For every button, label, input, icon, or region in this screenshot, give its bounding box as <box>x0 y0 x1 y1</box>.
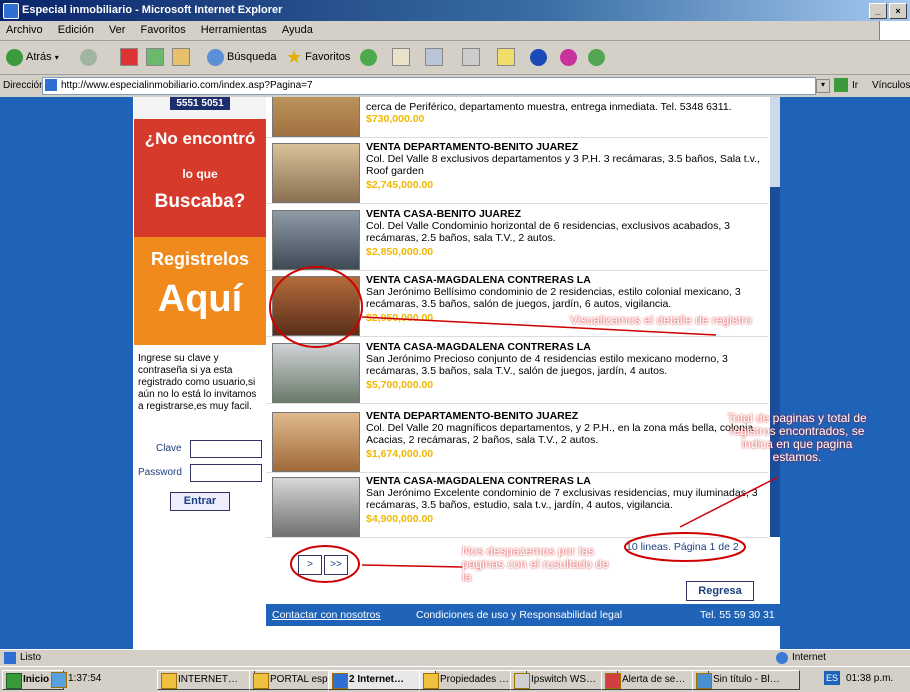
ipswitch-icon <box>514 673 530 689</box>
users-button[interactable] <box>588 47 605 67</box>
discuss-button[interactable] <box>497 47 515 67</box>
messenger-button[interactable] <box>560 47 577 67</box>
forward-button[interactable] <box>80 47 97 67</box>
minimize-button[interactable]: _ <box>869 3 887 19</box>
history-button[interactable] <box>360 47 377 67</box>
back-label: Atrás <box>26 51 52 63</box>
task-label: Propiedades … <box>440 674 509 685</box>
security-zone: Internet <box>792 652 826 663</box>
refresh-icon <box>146 48 164 66</box>
status-text: Listo <box>20 652 42 663</box>
page-status-icon <box>4 652 16 664</box>
bluetooth-button[interactable] <box>530 47 547 67</box>
menu-edicion[interactable]: Edición <box>58 24 94 36</box>
totals-circle <box>624 532 746 562</box>
search-icon <box>207 48 224 66</box>
address-bar: Dirección http://www.especialinmobiliari… <box>0 75 910 98</box>
status-bar: Listo Internet <box>0 649 910 667</box>
window-title: Especial inmobiliario - Microsoft Intern… <box>22 4 283 16</box>
go-icon[interactable] <box>834 78 848 92</box>
taskbar: Inicio 1:37:54 INTERNET… PORTAL esp… 2 I… <box>0 666 910 692</box>
window-title-bar[interactable]: Especial inmobiliario - Microsoft Intern… <box>0 0 910 21</box>
menu-archivo[interactable]: Archivo <box>6 24 43 36</box>
menu-ver[interactable]: Ver <box>109 24 126 36</box>
folder-icon <box>253 673 269 689</box>
nav-circle <box>290 545 360 583</box>
folder-icon <box>161 673 177 689</box>
mail-icon <box>392 48 410 66</box>
windows-logo-icon <box>879 21 910 40</box>
task-internet-1[interactable]: INTERNET… <box>157 670 255 690</box>
go-button[interactable]: Ir <box>852 80 858 91</box>
annotation-detail: Visualizamos el detalle de registro <box>570 313 752 327</box>
mail-button[interactable] <box>392 47 410 67</box>
task-label: 2 Internet… <box>349 674 405 685</box>
favorites-button[interactable]: ★ Favoritos <box>286 47 350 67</box>
close-button[interactable]: × <box>889 3 907 19</box>
language-indicator[interactable]: ES <box>824 671 840 685</box>
task-label: Alerta de se… <box>622 674 686 685</box>
page-icon <box>45 79 57 91</box>
windows-flag-icon <box>6 673 22 689</box>
start-label: Inicio <box>23 674 50 685</box>
back-button[interactable]: Atrás ▾ <box>6 47 59 67</box>
back-arrow-icon <box>6 48 23 66</box>
folder-icon <box>497 48 515 66</box>
task-sin-titulo[interactable]: Sin título - Bl… <box>692 670 800 690</box>
home-icon <box>172 48 190 66</box>
quick-time: 1:37:54 <box>68 673 102 684</box>
edit-icon <box>462 48 480 66</box>
address-label: Dirección <box>3 80 45 91</box>
totals-arrow-line <box>679 476 779 528</box>
address-url: http://www.especialinmobiliario.com/inde… <box>61 80 313 91</box>
favorites-label: Favoritos <box>305 51 351 63</box>
menu-favoritos[interactable]: Favoritos <box>140 24 185 36</box>
quick-icon <box>51 672 67 688</box>
paint-icon <box>696 673 712 689</box>
messenger-icon <box>560 48 577 66</box>
bluetooth-icon <box>530 48 547 66</box>
stop-icon <box>120 48 138 66</box>
quick-clock: 1:37:54 <box>48 670 114 688</box>
detail-circle <box>269 266 363 348</box>
task-label: Sin título - Bl… <box>713 674 780 685</box>
system-clock: 01:38 p.m. <box>846 673 894 684</box>
ie-icon <box>332 673 348 689</box>
stop-button[interactable] <box>120 47 138 67</box>
search-button[interactable]: Búsqueda <box>207 47 277 67</box>
print-button[interactable] <box>425 47 443 67</box>
annotation-overlay <box>269 266 779 583</box>
annotation-navigate: Nos despazemos por las paginas con el ru… <box>462 544 609 584</box>
chevron-down-icon: ▾ <box>54 52 59 62</box>
task-label: Ipswitch WS… <box>531 674 597 685</box>
address-dropdown-icon[interactable]: ▾ <box>816 79 830 93</box>
print-icon <box>425 48 443 66</box>
menu-ayuda[interactable]: Ayuda <box>282 24 313 36</box>
users-icon <box>588 48 605 66</box>
document-icon <box>423 673 439 689</box>
address-input[interactable]: http://www.especialinmobiliario.com/inde… <box>42 77 816 95</box>
ie-icon <box>3 3 19 19</box>
globe-icon <box>776 652 788 664</box>
menu-bar: Archivo Edición Ver Favoritos Herramient… <box>0 21 910 41</box>
refresh-button[interactable] <box>146 47 164 67</box>
home-button[interactable] <box>172 47 190 67</box>
history-icon <box>360 48 377 66</box>
links-button[interactable]: Vínculos <box>872 80 910 91</box>
web-page: 5551 5051 ¿No encontró lo que Buscaba? R… <box>0 97 910 649</box>
annotation-totals: Total de paginas y total de registros en… <box>727 411 867 464</box>
search-label: Búsqueda <box>227 51 277 63</box>
forward-arrow-icon <box>80 48 97 66</box>
menu-herramientas[interactable]: Herramientas <box>201 24 267 36</box>
alert-icon <box>605 673 621 689</box>
star-icon: ★ <box>286 46 303 67</box>
toolbar: Atrás ▾ Búsqueda ★ Favoritos <box>0 40 910 75</box>
task-label: INTERNET… <box>178 674 238 685</box>
nav-arrow-line <box>361 564 463 568</box>
edit-button[interactable] <box>462 47 480 67</box>
